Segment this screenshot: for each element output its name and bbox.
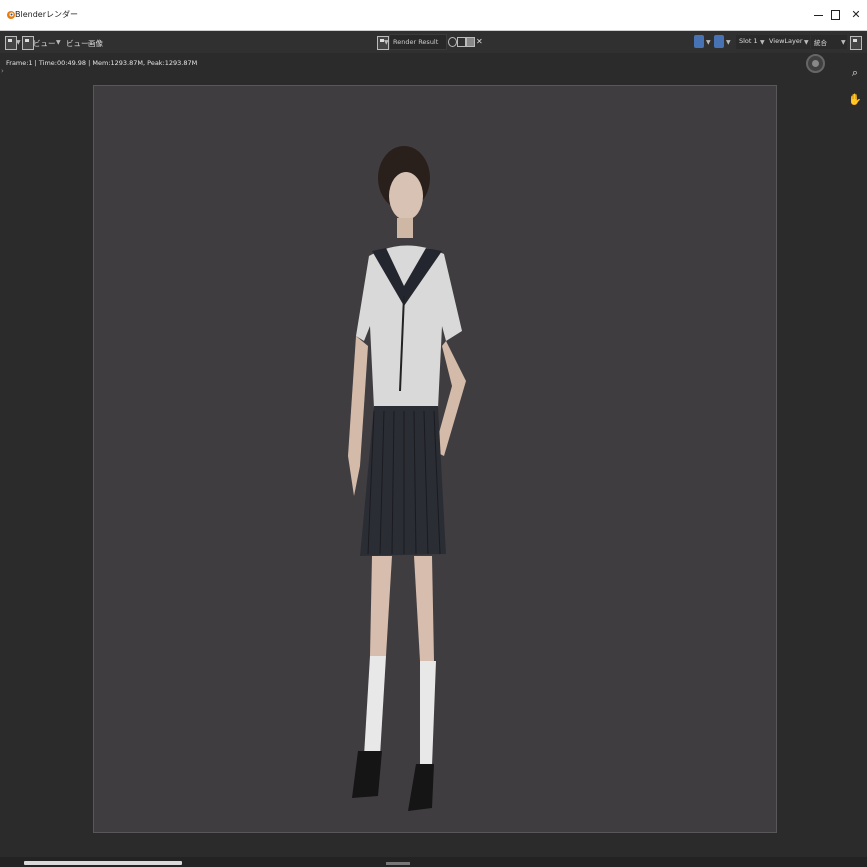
chevron-down-icon: ▼ bbox=[760, 39, 765, 46]
fake-user-icon[interactable] bbox=[448, 37, 457, 47]
chevron-down-icon: ▼ bbox=[384, 39, 389, 46]
new-image-icon[interactable] bbox=[457, 37, 466, 47]
horizontal-scrollbar[interactable] bbox=[24, 861, 182, 865]
display-channels-icon[interactable] bbox=[714, 35, 724, 48]
navigation-gizmo[interactable] bbox=[806, 54, 825, 73]
image-name-text: Render Result bbox=[393, 38, 439, 46]
chevron-down-icon: ▼ bbox=[804, 39, 809, 46]
maximize-icon bbox=[830, 10, 840, 20]
sample-tool-icon[interactable] bbox=[694, 35, 704, 48]
unlink-image-icon[interactable]: ✕ bbox=[476, 37, 483, 46]
render-pass-label: 統合 bbox=[814, 39, 827, 47]
window-title-bar: Blenderレンダー ✕ bbox=[0, 0, 867, 31]
render-stats: Frame:1 | Time:00:49.98 | Mem:1293.87M, … bbox=[6, 59, 198, 67]
close-button[interactable]: ✕ bbox=[843, 5, 867, 25]
menu-image[interactable]: 画像 bbox=[88, 38, 103, 49]
zoom-icon[interactable]: ⌕ bbox=[848, 66, 862, 80]
render-result-canvas[interactable] bbox=[93, 85, 777, 833]
hand-pan-icon[interactable]: ✋ bbox=[848, 93, 862, 107]
menu-view-dropdown[interactable]: ビュー bbox=[33, 38, 56, 49]
window-title: Blenderレンダー bbox=[15, 10, 78, 19]
chevron-down-icon: ▼ bbox=[56, 39, 61, 46]
menu-view[interactable]: ビュー bbox=[66, 38, 89, 49]
chevron-down-icon: ▼ bbox=[16, 39, 21, 46]
sidebar-icon bbox=[850, 36, 862, 50]
image-name-field[interactable]: Render Result bbox=[389, 34, 447, 50]
chevron-down-icon: ▼ bbox=[706, 39, 711, 46]
chevron-down-icon: ▼ bbox=[841, 39, 846, 46]
close-icon: ✕ bbox=[851, 8, 861, 21]
slot-label: Slot 1 bbox=[739, 37, 758, 45]
open-image-icon[interactable] bbox=[466, 37, 475, 47]
sidebar-toggle-button[interactable] bbox=[850, 35, 862, 50]
chevron-down-icon: ▼ bbox=[726, 39, 731, 46]
horizontal-scroll-thumb[interactable] bbox=[386, 862, 410, 865]
view-layer-label: ViewLayer bbox=[769, 37, 803, 45]
chevron-right-icon[interactable]: › bbox=[1, 67, 4, 75]
rendered-character-image bbox=[348, 146, 466, 811]
